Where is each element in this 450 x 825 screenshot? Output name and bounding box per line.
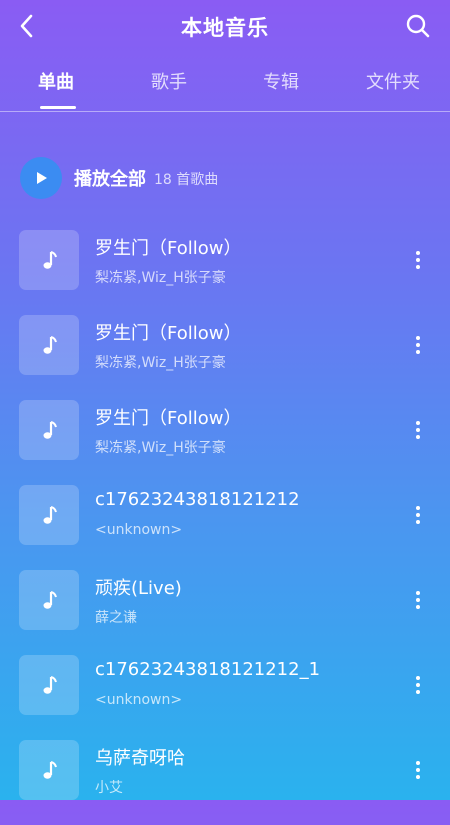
music-note-icon (43, 251, 57, 269)
song-item[interactable]: 罗生门（Follow） 梨冻紧,Wiz_H张子豪 (0, 230, 450, 315)
song-title: c17623243818121212 (95, 489, 300, 510)
music-note-icon (43, 591, 57, 609)
song-item[interactable]: 罗生门（Follow） 梨冻紧,Wiz_H张子豪 (0, 315, 450, 400)
active-tab-indicator (40, 106, 76, 109)
more-vertical-icon (416, 591, 420, 609)
tab-folders[interactable]: 文件夹 (366, 68, 420, 94)
more-options-button[interactable] (408, 504, 428, 526)
song-cover (19, 315, 79, 375)
search-button[interactable] (404, 12, 432, 40)
more-options-button[interactable] (408, 759, 428, 781)
song-artist: 梨冻紧,Wiz_H张子豪 (95, 355, 226, 371)
music-note-icon (43, 336, 57, 354)
song-artist: <unknown> (95, 522, 183, 538)
song-title: 顽疾(Live) (95, 578, 182, 599)
song-count: 18 首歌曲 (154, 172, 219, 188)
song-artist: 薛之谦 (95, 610, 137, 626)
more-options-button[interactable] (408, 419, 428, 441)
music-note-icon (43, 761, 57, 779)
tab-albums[interactable]: 专辑 (263, 68, 299, 94)
search-icon (406, 14, 430, 38)
play-icon (37, 172, 47, 184)
tab-bar: 单曲 歌手 专辑 文件夹 (0, 60, 450, 110)
tabs-divider (0, 111, 450, 112)
more-options-button[interactable] (408, 249, 428, 271)
song-cover (19, 230, 79, 290)
song-cover (19, 570, 79, 630)
page-title: 本地音乐 (181, 16, 269, 40)
more-vertical-icon (416, 421, 420, 439)
song-list: 罗生门（Follow） 梨冻紧,Wiz_H张子豪 罗生门（Follow） 梨冻紧… (0, 230, 450, 825)
song-artist: 梨冻紧,Wiz_H张子豪 (95, 440, 226, 456)
song-item[interactable]: c17623243818121212 <unknown> (0, 485, 450, 570)
play-all-circle (20, 157, 62, 199)
song-artist: 梨冻紧,Wiz_H张子豪 (95, 270, 226, 286)
more-options-button[interactable] (408, 334, 428, 356)
song-cover (19, 400, 79, 460)
app-header: 本地音乐 (0, 0, 450, 52)
song-title: c17623243818121212_1 (95, 659, 321, 680)
song-artist: <unknown> (95, 692, 183, 708)
song-title: 乌萨奇呀哈 (95, 748, 185, 769)
song-artist: 小艾 (95, 780, 123, 796)
more-vertical-icon (416, 251, 420, 269)
song-cover (19, 740, 79, 800)
music-note-icon (43, 421, 57, 439)
song-item[interactable]: 罗生门（Follow） 梨冻紧,Wiz_H张子豪 (0, 400, 450, 485)
tab-songs[interactable]: 单曲 (38, 68, 74, 94)
play-all-button[interactable]: 播放全部 18 首歌曲 (20, 157, 218, 199)
more-options-button[interactable] (408, 674, 428, 696)
more-options-button[interactable] (408, 589, 428, 611)
play-all-label: 播放全部 (74, 169, 146, 190)
song-item[interactable]: 乌萨奇呀哈 小艾 (0, 740, 450, 825)
more-vertical-icon (416, 761, 420, 779)
tab-artists[interactable]: 歌手 (151, 68, 187, 94)
song-cover (19, 485, 79, 545)
song-title: 罗生门（Follow） (95, 408, 242, 429)
song-cover (19, 655, 79, 715)
song-item[interactable]: 顽疾(Live) 薛之谦 (0, 570, 450, 655)
music-note-icon (43, 506, 57, 524)
more-vertical-icon (416, 676, 420, 694)
more-vertical-icon (416, 336, 420, 354)
song-title: 罗生门（Follow） (95, 238, 242, 259)
song-item[interactable]: c17623243818121212_1 <unknown> (0, 655, 450, 740)
song-title: 罗生门（Follow） (95, 323, 242, 344)
more-vertical-icon (416, 506, 420, 524)
music-note-icon (43, 676, 57, 694)
